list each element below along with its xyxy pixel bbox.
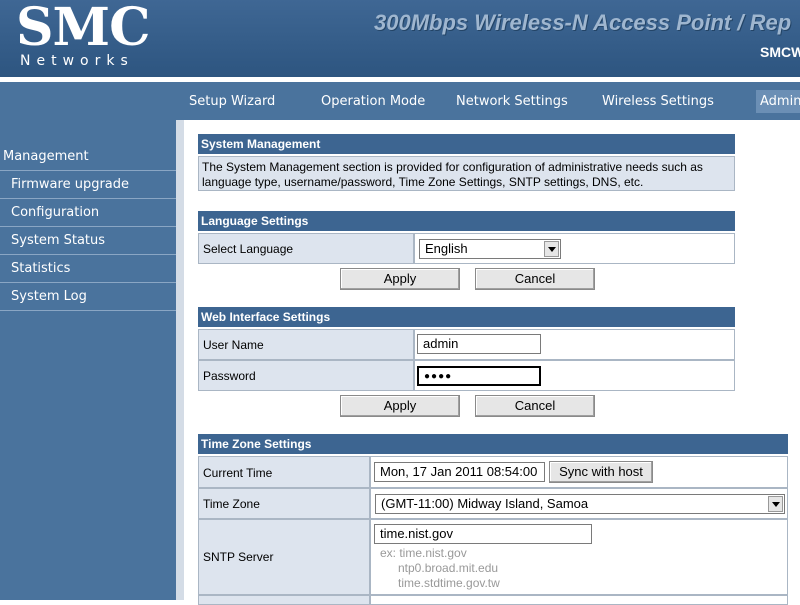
select-language-label: Select Language — [203, 242, 294, 256]
chevron-down-icon — [768, 496, 783, 512]
sntp-example-1: ex: time.nist.gov — [380, 546, 467, 560]
nav-network-settings[interactable]: Network Settings — [456, 94, 568, 109]
sidebar-item-label: System Status — [11, 233, 106, 248]
nav-setup-wizard[interactable]: Setup Wizard — [189, 94, 275, 109]
nav-operation-mode[interactable]: Operation Mode — [321, 94, 425, 109]
sidebar-item-configuration[interactable]: Configuration — [0, 198, 176, 226]
user-name-value-cell: admin — [414, 329, 735, 360]
product-title: 300Mbps Wireless-N Access Point / Rep — [374, 10, 792, 35]
current-time-input[interactable]: Mon, 17 Jan 2011 08:54:00 — [374, 462, 545, 482]
nav-admin[interactable]: Admin — [756, 90, 800, 113]
user-name-input[interactable]: admin — [417, 334, 541, 354]
language-cancel-button[interactable]: Cancel — [475, 268, 595, 290]
smc-logo-subtitle: Networks — [20, 53, 134, 69]
next-row-value-cell — [370, 595, 788, 605]
select-language-value-cell: English — [414, 233, 735, 264]
password-label: Password — [203, 369, 256, 383]
sntp-example-3: time.stdtime.gov.tw — [398, 576, 500, 590]
sidebar-item-label: Configuration — [11, 205, 100, 220]
web-interface-cancel-button[interactable]: Cancel — [475, 395, 595, 417]
chevron-down-icon — [544, 241, 559, 257]
sidebar-item-system-status[interactable]: System Status — [0, 226, 176, 254]
time-zone-select[interactable]: (GMT-11:00) Midway Island, Samoa — [375, 494, 785, 514]
sync-with-host-button[interactable]: Sync with host — [549, 461, 653, 483]
sidebar-item-system-log[interactable]: System Log — [0, 282, 176, 311]
time-zone-label: Time Zone — [203, 497, 260, 511]
sidebar: Management Firmware upgrade Configuratio… — [0, 120, 176, 600]
sidebar-item-label: Firmware upgrade — [11, 177, 130, 192]
time-zone-label-cell: Time Zone — [198, 488, 370, 519]
sidebar-gutter — [176, 120, 184, 600]
header-banner: SMC Networks 300Mbps Wireless-N Access P… — [0, 0, 800, 77]
sidebar-item-label: System Log — [11, 289, 87, 304]
password-label-cell: Password — [198, 360, 414, 391]
web-interface-settings-header: Web Interface Settings — [198, 307, 735, 327]
top-nav: Setup Wizard Operation Mode Network Sett… — [0, 82, 800, 120]
language-selected-value: English — [425, 241, 468, 256]
current-time-label: Current Time — [203, 466, 273, 480]
sntp-server-label-cell: SNTP Server — [198, 519, 370, 595]
language-settings-header: Language Settings — [198, 211, 735, 231]
next-row-label-cell — [198, 595, 370, 605]
sidebar-item-label: Statistics — [11, 261, 71, 276]
time-zone-value-cell: (GMT-11:00) Midway Island, Samoa — [370, 488, 788, 519]
user-name-label: User Name — [203, 338, 264, 352]
product-model: SMCW — [760, 44, 800, 60]
sntp-example-2: ntp0.broad.mit.edu — [398, 561, 499, 575]
password-value-cell: ●●●● — [414, 360, 735, 391]
sidebar-title: Management — [3, 149, 89, 164]
select-language-label-cell: Select Language — [198, 233, 414, 264]
password-input[interactable]: ●●●● — [417, 366, 541, 386]
time-zone-settings-header: Time Zone Settings — [198, 434, 788, 454]
system-management-header: System Management — [198, 134, 735, 154]
current-time-label-cell: Current Time — [198, 456, 370, 488]
nav-wireless-settings[interactable]: Wireless Settings — [602, 94, 714, 109]
sntp-server-label: SNTP Server — [203, 550, 274, 564]
user-name-label-cell: User Name — [198, 329, 414, 360]
smc-logo: SMC — [16, 0, 150, 58]
sntp-server-input[interactable]: time.nist.gov — [374, 524, 592, 544]
sntp-server-value-cell: time.nist.gov ex: time.nist.gov ntp0.bro… — [370, 519, 788, 595]
sidebar-item-firmware-upgrade[interactable]: Firmware upgrade — [0, 170, 176, 198]
language-select[interactable]: English — [419, 239, 561, 259]
system-management-description: The System Management section is provide… — [198, 156, 735, 191]
sidebar-item-statistics[interactable]: Statistics — [0, 254, 176, 282]
time-zone-selected-value: (GMT-11:00) Midway Island, Samoa — [381, 496, 589, 511]
web-interface-apply-button[interactable]: Apply — [340, 395, 460, 417]
language-apply-button[interactable]: Apply — [340, 268, 460, 290]
current-time-value-cell: Mon, 17 Jan 2011 08:54:00 Sync with host — [370, 456, 788, 488]
